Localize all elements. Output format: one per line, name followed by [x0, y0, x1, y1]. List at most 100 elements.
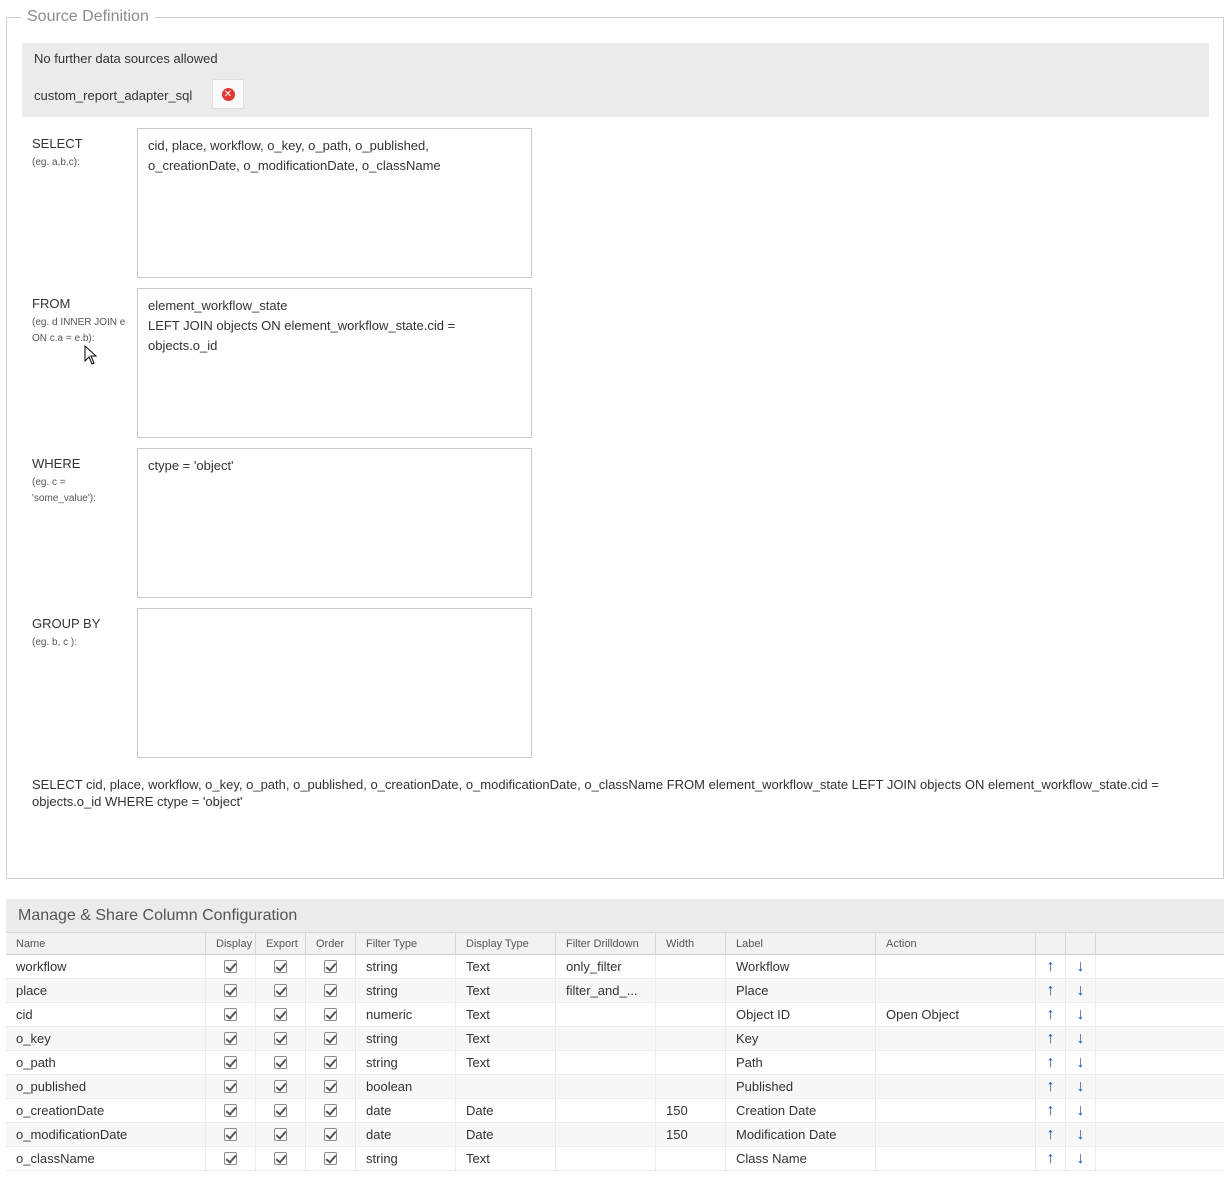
cell-label[interactable]: Path [726, 1051, 876, 1075]
column-header-display[interactable]: Display [206, 933, 256, 955]
cell-action[interactable] [876, 979, 1036, 1003]
cell-label[interactable]: Creation Date [726, 1099, 876, 1123]
cell-name[interactable]: o_path [6, 1051, 206, 1075]
cell-filter-drilldown[interactable] [556, 1075, 656, 1099]
cell-action[interactable] [876, 1099, 1036, 1123]
table-row[interactable]: cid numeric Text Object ID Open Object ↑ ↓ [6, 1003, 1224, 1027]
export-checkbox-checked-icon[interactable] [274, 1056, 287, 1069]
cell-filter-type[interactable]: string [356, 955, 456, 979]
move-up-button[interactable]: ↑ [1036, 1123, 1066, 1147]
column-header-label[interactable]: Label [726, 933, 876, 955]
order-checkbox-checked-icon[interactable] [324, 984, 337, 997]
move-up-button[interactable]: ↑ [1036, 955, 1066, 979]
cell-label[interactable]: Place [726, 979, 876, 1003]
cell-filter-type[interactable]: numeric [356, 1003, 456, 1027]
cell-width[interactable] [656, 955, 726, 979]
cell-action[interactable] [876, 1123, 1036, 1147]
cell-width[interactable] [656, 1027, 726, 1051]
order-checkbox-checked-icon[interactable] [324, 1104, 337, 1117]
column-header-width[interactable]: Width [656, 933, 726, 955]
cell-display-type[interactable]: Text [456, 979, 556, 1003]
display-checkbox-checked-icon[interactable] [224, 1152, 237, 1165]
cell-name[interactable]: o_modificationDate [6, 1123, 206, 1147]
cell-display-type[interactable] [456, 1075, 556, 1099]
cell-filter-type[interactable]: string [356, 979, 456, 1003]
cell-name[interactable]: o_creationDate [6, 1099, 206, 1123]
export-checkbox-checked-icon[interactable] [274, 960, 287, 973]
order-checkbox-checked-icon[interactable] [324, 1152, 337, 1165]
cell-filter-drilldown[interactable] [556, 1123, 656, 1147]
display-checkbox-checked-icon[interactable] [224, 1032, 237, 1045]
cell-filter-type[interactable]: date [356, 1099, 456, 1123]
cell-display-type[interactable]: Text [456, 1027, 556, 1051]
export-checkbox-checked-icon[interactable] [274, 1152, 287, 1165]
move-down-button[interactable]: ↓ [1066, 1003, 1096, 1027]
cell-filter-type[interactable]: date [356, 1123, 456, 1147]
display-checkbox-checked-icon[interactable] [224, 1104, 237, 1117]
cell-action[interactable] [876, 1075, 1036, 1099]
display-checkbox-checked-icon[interactable] [224, 1008, 237, 1021]
order-checkbox-checked-icon[interactable] [324, 960, 337, 973]
move-down-button[interactable]: ↓ [1066, 1027, 1096, 1051]
cell-filter-drilldown[interactable] [556, 1051, 656, 1075]
export-checkbox-checked-icon[interactable] [274, 984, 287, 997]
move-down-button[interactable]: ↓ [1066, 1099, 1096, 1123]
cell-filter-drilldown[interactable]: filter_and_... [556, 979, 656, 1003]
cell-name[interactable]: o_className [6, 1147, 206, 1171]
column-header-order[interactable]: Order [306, 933, 356, 955]
cell-action[interactable] [876, 1051, 1036, 1075]
display-checkbox-checked-icon[interactable] [224, 1128, 237, 1141]
order-checkbox-checked-icon[interactable] [324, 1056, 337, 1069]
move-down-button[interactable]: ↓ [1066, 1051, 1096, 1075]
cell-display-type[interactable]: Text [456, 1147, 556, 1171]
move-up-button[interactable]: ↑ [1036, 1051, 1066, 1075]
cell-width[interactable]: 150 [656, 1123, 726, 1147]
order-checkbox-checked-icon[interactable] [324, 1032, 337, 1045]
cell-display-type[interactable]: Text [456, 1051, 556, 1075]
cell-filter-drilldown[interactable] [556, 1147, 656, 1171]
column-header-filter-drilldown[interactable]: Filter Drilldown [556, 933, 656, 955]
move-down-button[interactable]: ↓ [1066, 1075, 1096, 1099]
table-row[interactable]: o_creationDate date Date 150 Creation Date ↑ ↓ [6, 1099, 1224, 1123]
move-up-button[interactable]: ↑ [1036, 979, 1066, 1003]
cell-display-type[interactable]: Date [456, 1123, 556, 1147]
cell-label[interactable]: Object ID [726, 1003, 876, 1027]
column-header-display-type[interactable]: Display Type [456, 933, 556, 955]
move-up-button[interactable]: ↑ [1036, 1003, 1066, 1027]
export-checkbox-checked-icon[interactable] [274, 1128, 287, 1141]
move-up-button[interactable]: ↑ [1036, 1147, 1066, 1171]
cell-filter-drilldown[interactable] [556, 1099, 656, 1123]
cell-filter-drilldown[interactable]: only_filter [556, 955, 656, 979]
table-row[interactable]: o_key string Text Key ↑ ↓ [6, 1027, 1224, 1051]
export-checkbox-checked-icon[interactable] [274, 1104, 287, 1117]
cell-action[interactable]: Open Object [876, 1003, 1036, 1027]
order-checkbox-checked-icon[interactable] [324, 1128, 337, 1141]
cell-label[interactable]: Modification Date [726, 1123, 876, 1147]
export-checkbox-checked-icon[interactable] [274, 1080, 287, 1093]
table-row[interactable]: o_modificationDate date Date 150 Modificatio… [6, 1123, 1224, 1147]
cell-label[interactable]: Key [726, 1027, 876, 1051]
cell-filter-type[interactable]: string [356, 1051, 456, 1075]
display-checkbox-checked-icon[interactable] [224, 984, 237, 997]
move-down-button[interactable]: ↓ [1066, 1147, 1096, 1171]
cell-label[interactable]: Class Name [726, 1147, 876, 1171]
table-row[interactable]: o_published boolean Published ↑ ↓ [6, 1075, 1224, 1099]
cell-filter-type[interactable]: string [356, 1147, 456, 1171]
group-by-textarea[interactable] [137, 608, 532, 758]
move-down-button[interactable]: ↓ [1066, 979, 1096, 1003]
column-header-filter-type[interactable]: Filter Type [356, 933, 456, 955]
move-up-button[interactable]: ↑ [1036, 1027, 1066, 1051]
move-down-button[interactable]: ↓ [1066, 1123, 1096, 1147]
cell-display-type[interactable]: Text [456, 1003, 556, 1027]
from-textarea[interactable]: element_workflow_state LEFT JOIN objects… [137, 288, 532, 438]
select-textarea[interactable]: cid, place, workflow, o_key, o_path, o_p… [137, 128, 532, 278]
cell-label[interactable]: Published [726, 1075, 876, 1099]
move-up-button[interactable]: ↑ [1036, 1075, 1066, 1099]
cell-width[interactable]: 150 [656, 1099, 726, 1123]
cell-width[interactable] [656, 1147, 726, 1171]
cell-action[interactable] [876, 1027, 1036, 1051]
cell-name[interactable]: o_key [6, 1027, 206, 1051]
cell-name[interactable]: cid [6, 1003, 206, 1027]
move-up-button[interactable]: ↑ [1036, 1099, 1066, 1123]
table-row[interactable]: workflow string Text only_filter Workflow ↑ ↓ [6, 955, 1224, 979]
